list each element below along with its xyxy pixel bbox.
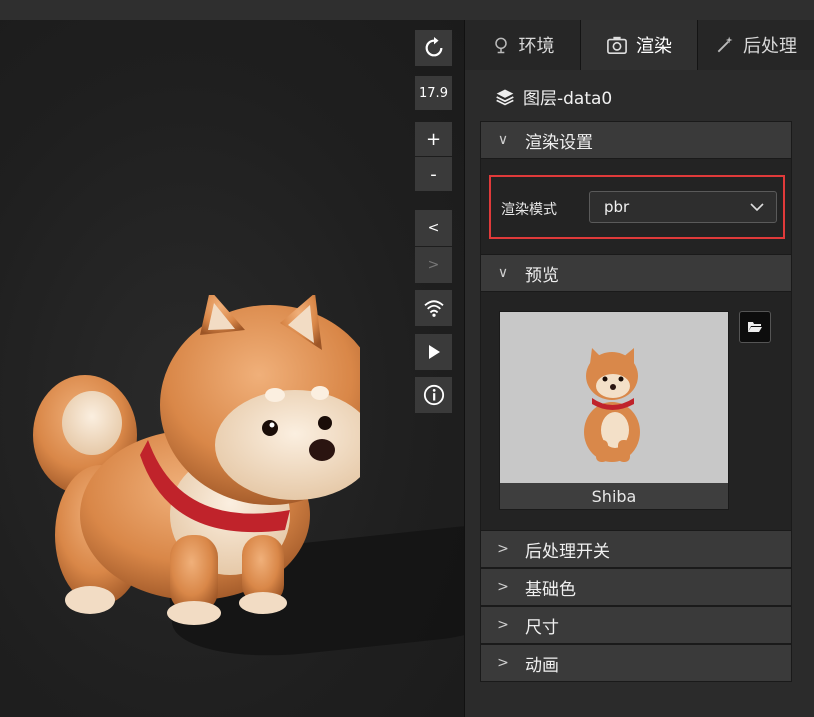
reset-view-button[interactable] bbox=[415, 30, 452, 66]
tab-render-label: 渲染 bbox=[636, 36, 672, 57]
section-preview[interactable]: ∨ 预览 bbox=[480, 254, 792, 292]
section-postprocess-switch[interactable]: > 后处理开关 bbox=[480, 530, 792, 568]
preview-thumbnail[interactable]: Shiba bbox=[499, 311, 729, 510]
section-animation-title: 动画 bbox=[525, 655, 559, 676]
info-icon bbox=[423, 384, 444, 406]
panel-tabs: 环境 渲染 后处理 bbox=[465, 20, 814, 70]
bulb-icon bbox=[494, 37, 507, 54]
section-preview-title: 预览 bbox=[525, 265, 559, 286]
zoom-out-button[interactable]: - bbox=[415, 157, 452, 191]
chevron-right-icon: > bbox=[497, 655, 509, 671]
section-size[interactable]: > 尺寸 bbox=[480, 606, 792, 644]
section-postprocess-switch-title: 后处理开关 bbox=[525, 541, 610, 562]
layers-icon bbox=[496, 89, 514, 105]
chevron-down-icon: ∨ bbox=[497, 132, 509, 148]
render-mode-row: 渲染模式 pbr bbox=[489, 175, 785, 239]
wifi-icon bbox=[423, 300, 444, 317]
tab-environment-label: 环境 bbox=[518, 36, 555, 57]
3d-viewport[interactable] bbox=[0, 20, 464, 717]
open-folder-button[interactable] bbox=[739, 311, 771, 343]
section-render-settings-title: 渲染设置 bbox=[525, 132, 593, 153]
next-button[interactable]: > bbox=[415, 247, 452, 283]
chevron-right-icon: > bbox=[497, 579, 509, 595]
section-animation[interactable]: > 动画 bbox=[480, 644, 792, 682]
section-size-title: 尺寸 bbox=[525, 617, 559, 638]
section-base-color[interactable]: > 基础色 bbox=[480, 568, 792, 606]
render-mode-label: 渲染模式 bbox=[501, 202, 557, 218]
render-mode-value: pbr bbox=[604, 198, 630, 216]
chevron-down-icon: ∨ bbox=[497, 265, 509, 281]
tab-postprocess[interactable]: 后处理 bbox=[698, 20, 814, 70]
play-icon bbox=[428, 345, 440, 359]
tab-environment[interactable]: 环境 bbox=[465, 20, 581, 70]
preview-model-name: Shiba bbox=[500, 483, 728, 509]
info-button[interactable] bbox=[415, 377, 452, 413]
signal-button[interactable] bbox=[415, 290, 452, 326]
tab-render[interactable]: 渲染 bbox=[581, 20, 698, 70]
section-render-settings[interactable]: ∨ 渲染设置 bbox=[480, 121, 792, 159]
layer-name: 图层-data0 bbox=[523, 89, 613, 109]
top-bar bbox=[0, 0, 814, 20]
chevron-down-icon bbox=[750, 203, 764, 212]
magic-wand-icon bbox=[717, 36, 733, 53]
properties-panel: 环境 渲染 后处理 图层-data0 ∨ 渲染设置 渲染模式 pbr ∨ 预览 bbox=[464, 20, 814, 717]
camera-icon bbox=[607, 36, 627, 54]
zoom-level-display: 17.9 bbox=[415, 76, 452, 110]
shiba-model bbox=[33, 295, 360, 625]
shiba-thumbnail bbox=[584, 348, 640, 462]
zoom-in-button[interactable]: + bbox=[415, 122, 452, 156]
chevron-right-icon: > bbox=[497, 541, 509, 557]
tab-postprocess-label: 后处理 bbox=[743, 36, 797, 57]
folder-icon bbox=[748, 322, 762, 332]
refresh-icon bbox=[425, 37, 442, 57]
render-mode-select[interactable]: pbr bbox=[589, 191, 777, 223]
play-button[interactable] bbox=[415, 334, 452, 370]
chevron-right-icon: > bbox=[497, 617, 509, 633]
prev-button[interactable]: < bbox=[415, 210, 452, 246]
section-base-color-title: 基础色 bbox=[525, 579, 576, 600]
layer-header: 图层-data0 bbox=[495, 84, 612, 109]
